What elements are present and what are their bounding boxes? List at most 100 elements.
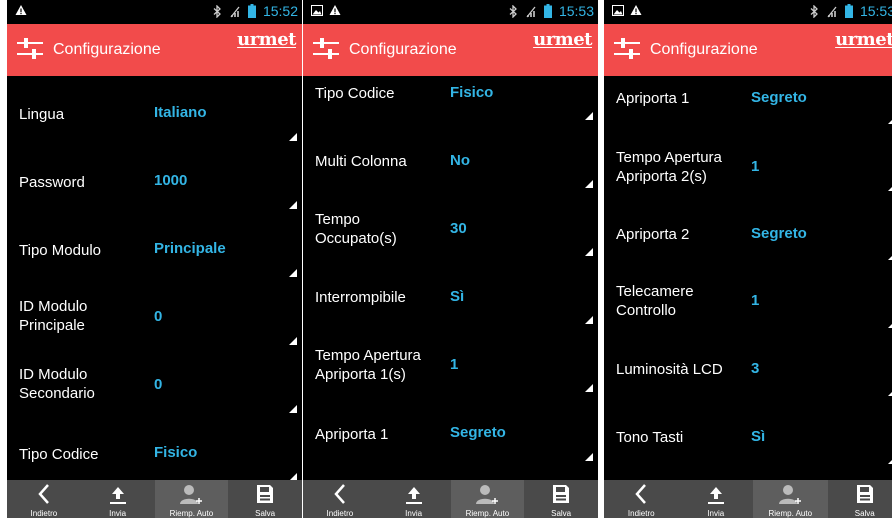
row-label: ID Modulo Secondario [19, 366, 95, 402]
save-button[interactable]: Salva [228, 480, 302, 518]
settings-row-id-modulo-principale[interactable]: ID Modulo Principale 0 [7, 280, 302, 348]
dropdown-corner-icon [585, 384, 593, 392]
autofill-button[interactable]: Riemp. Auto [450, 480, 525, 518]
dropdown-corner-icon [585, 112, 593, 120]
signal-off-icon [230, 6, 240, 17]
back-arrow-icon [635, 484, 647, 504]
dropdown-corner-icon [888, 388, 892, 396]
settings-row-lingua[interactable]: Lingua Italiano [7, 76, 302, 144]
settings-sliders-icon[interactable] [17, 38, 43, 64]
bluetooth-icon [213, 4, 221, 18]
add-user-icon [476, 485, 499, 504]
add-user-icon [180, 485, 203, 504]
row-value: 1 [751, 292, 760, 309]
save-icon [553, 485, 570, 503]
settings-sliders-icon[interactable] [614, 38, 640, 64]
battery-icon [844, 4, 853, 18]
settings-sliders-icon[interactable] [313, 38, 339, 64]
send-button[interactable]: Invia [81, 480, 155, 518]
warning-icon [15, 5, 27, 15]
status-bar: 15:53 [303, 0, 598, 24]
warning-icon [630, 5, 642, 15]
bottom-action-bar: Indietro Invia Riemp. Auto Salva [303, 480, 598, 518]
status-bar: 15:53 [604, 0, 892, 24]
row-value: Segreto [751, 225, 807, 242]
back-button[interactable]: Indietro [604, 480, 679, 518]
row-value: 30 [450, 220, 467, 237]
signal-off-icon [827, 6, 837, 17]
bottom-action-bar: Indietro Invia Riemp. Auto Salva [604, 480, 892, 518]
row-label: Luminosità LCD [616, 361, 723, 378]
settings-list[interactable]: Apriporta 1 Segreto Tempo Apertura Aprip… [604, 76, 892, 480]
row-label: Tipo Codice [315, 85, 395, 102]
settings-row-tempo-apertura-1[interactable]: Tempo Apertura Apriporta 1(s) 1 [303, 328, 598, 396]
row-value: 1000 [154, 172, 188, 189]
add-user-icon [779, 485, 802, 504]
settings-row-tipo-modulo[interactable]: Tipo Modulo Principale [7, 212, 302, 280]
settings-row-telecamere-controllo[interactable]: Telecamere Controllo 1 [604, 268, 892, 336]
row-label: Tipo Modulo [19, 242, 101, 259]
send-button[interactable]: Invia [679, 480, 754, 518]
row-value: 1 [751, 158, 760, 175]
settings-row-tempo-apertura-2[interactable]: Tempo Apertura Apriporta 2(s) 1 [604, 132, 892, 200]
back-arrow-icon [38, 484, 49, 504]
row-value: Fisico [450, 84, 494, 101]
image-notification-icon [612, 4, 624, 16]
dropdown-corner-icon [289, 337, 297, 345]
settings-row-interrompibile[interactable]: Interrompibile Sì [303, 260, 598, 328]
battery-icon [543, 4, 552, 18]
row-value: 3 [751, 360, 760, 377]
clock: 15:53 [558, 3, 594, 19]
dropdown-corner-icon [289, 201, 297, 209]
save-button[interactable]: Salva [524, 480, 598, 518]
autofill-label: Riemp. Auto [465, 509, 510, 518]
row-label: ID Modulo Principale [19, 298, 88, 334]
back-button[interactable]: Indietro [303, 480, 377, 518]
settings-row-luminosita-lcd[interactable]: Luminosità LCD 3 [604, 336, 892, 404]
dropdown-corner-icon [585, 316, 593, 324]
back-arrow-icon [334, 484, 345, 504]
settings-row-apriporta-1[interactable]: Apriporta 1 Segreto [303, 396, 598, 464]
bluetooth-icon [810, 4, 818, 18]
warning-icon [329, 5, 341, 15]
save-label: Salva [551, 509, 572, 518]
send-label: Invia [405, 509, 423, 518]
send-button[interactable]: Invia [377, 480, 451, 518]
dropdown-corner-icon [888, 320, 892, 328]
settings-row-password[interactable]: Password 1000 [7, 144, 302, 212]
autofill-label: Riemp. Auto [169, 509, 214, 518]
settings-row-tipo-codice[interactable]: Tipo Codice Fisico [7, 416, 302, 480]
settings-row-apriporta-1[interactable]: Apriporta 1 Segreto [604, 76, 892, 132]
dropdown-corner-icon [888, 116, 892, 124]
row-label: Apriporta 1 [315, 426, 389, 443]
row-value: Sì [450, 288, 465, 305]
save-icon [856, 485, 873, 503]
upload-icon [109, 487, 126, 504]
settings-row-tempo-occupato[interactable]: Tempo Occupato(s) 30 [303, 192, 598, 260]
settings-row-apriporta-2[interactable]: Apriporta 2 Segreto [604, 200, 892, 268]
send-label: Invia [109, 509, 127, 518]
page-title: Configurazione [53, 41, 161, 58]
settings-row-tono-tasti[interactable]: Tono Tasti Sì [604, 404, 892, 472]
row-value: 1 [450, 356, 459, 373]
autofill-button[interactable]: Riemp. Auto [154, 480, 229, 518]
settings-list[interactable]: Lingua Italiano Password 1000 Tipo Modul… [7, 76, 302, 480]
app-bar: Configurazione urmet [303, 24, 598, 76]
dropdown-corner-icon [585, 453, 593, 461]
row-label: Multi Colonna [315, 153, 407, 170]
back-button[interactable]: Indietro [7, 480, 81, 518]
clock: 15:52 [262, 3, 298, 19]
status-bar: 15:52 [7, 0, 302, 24]
autofill-button[interactable]: Riemp. Auto [753, 480, 828, 518]
dropdown-corner-icon [585, 180, 593, 188]
dropdown-corner-icon [585, 248, 593, 256]
settings-row-multi-colonna[interactable]: Multi Colonna No [303, 124, 598, 192]
phone-screen-1: 15:52 Configurazione urmet Lingua Italia… [7, 0, 302, 518]
row-label: Interrompibile [315, 289, 406, 306]
settings-row-id-modulo-secondario[interactable]: ID Modulo Secondario 0 [7, 348, 302, 416]
save-button[interactable]: Salva [828, 480, 892, 518]
row-label: Lingua [19, 106, 65, 123]
settings-list[interactable]: Tipo Codice Fisico Multi Colonna No Temp… [303, 76, 598, 480]
signal-off-icon [526, 6, 536, 17]
row-value: Segreto [450, 424, 506, 441]
